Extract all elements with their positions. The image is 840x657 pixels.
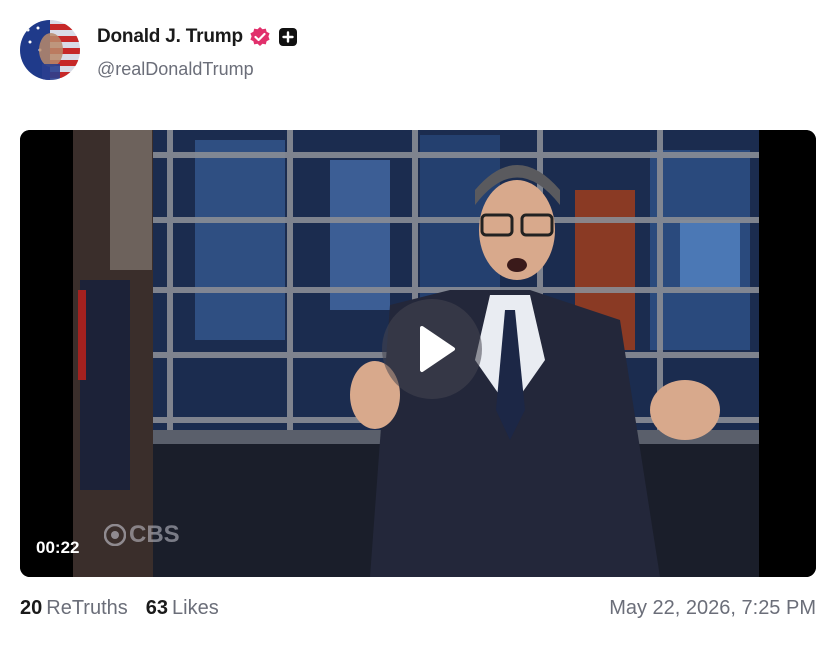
likes-stat[interactable]: 63 Likes: [146, 597, 219, 620]
play-button[interactable]: [382, 299, 482, 399]
avatar[interactable]: [20, 20, 80, 80]
author-handle[interactable]: @realDonaldTrump: [97, 59, 254, 80]
author-display-name[interactable]: Donald J. Trump: [97, 26, 243, 48]
likes-label: Likes: [172, 596, 219, 619]
author-name-row: Donald J. Trump: [97, 26, 299, 48]
post-footer: 20 ReTruths 63 Likes May 22, 2026, 7:25 PM: [20, 593, 816, 623]
verified-badge-icon: [249, 26, 271, 48]
retruths-stat[interactable]: 20 ReTruths: [20, 597, 128, 620]
retruths-count: 20: [20, 596, 43, 619]
video-player[interactable]: CBS 00:22: [20, 130, 816, 577]
cbs-eye-icon: [104, 524, 126, 546]
play-icon: [420, 326, 455, 372]
watermark-text: CBS: [129, 521, 180, 548]
post-timestamp[interactable]: May 22, 2026, 7:25 PM: [609, 597, 816, 620]
channel-watermark: CBS: [104, 521, 180, 549]
retruths-label: ReTruths: [46, 596, 128, 619]
plus-square-icon: [277, 26, 299, 48]
video-duration: 00:22: [36, 538, 80, 557]
post-header: Donald J. Trump @realDonaldTrump: [20, 18, 820, 82]
likes-count: 63: [145, 596, 169, 619]
